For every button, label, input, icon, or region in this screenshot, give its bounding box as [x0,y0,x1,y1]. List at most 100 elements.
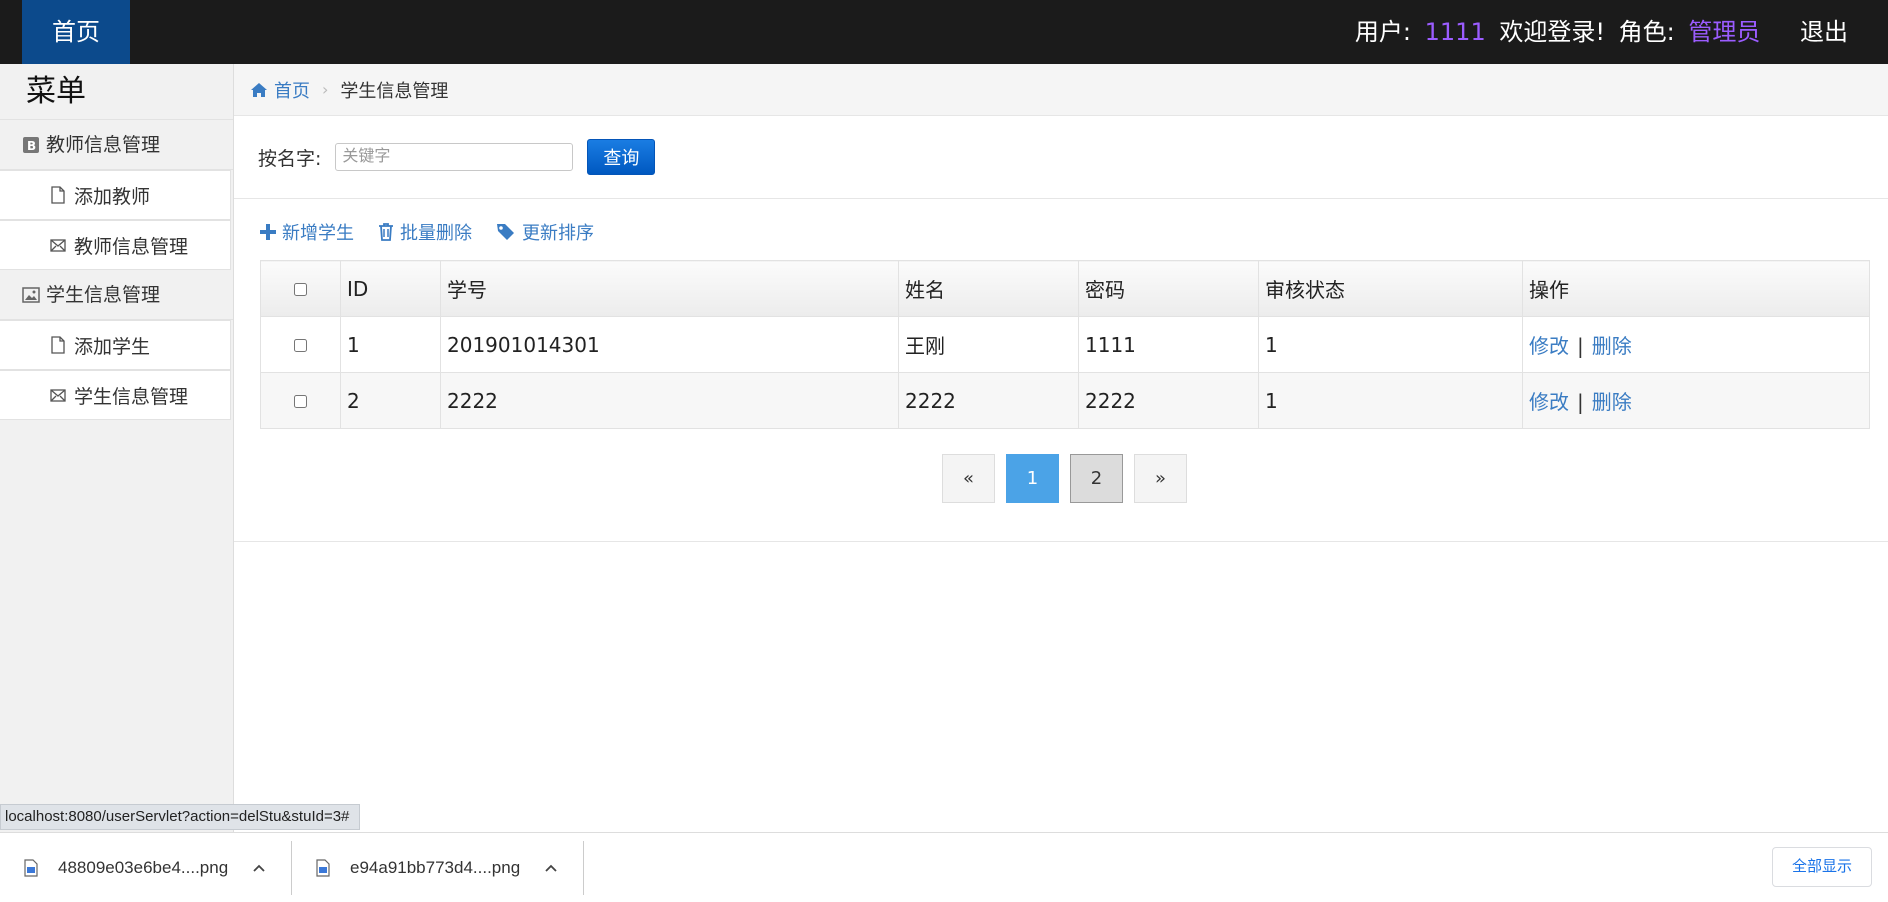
breadcrumb-home-link[interactable]: 首页 [250,77,310,103]
download-filename: e94a91bb773d4....png [350,858,521,877]
cell-status: 1 [1258,372,1523,429]
col-header-sno: 学号 [440,260,899,317]
col-header-id: ID [340,260,441,317]
delete-link[interactable]: 删除 [1592,334,1632,358]
pagination-next[interactable]: » [1134,454,1187,503]
student-table: ID 学号 姓名 密码 审核状态 操作 1 201901014301 王刚 11… [260,260,1870,429]
sidebar-group-student[interactable]: 学生信息管理 [0,270,233,320]
search-input[interactable] [335,143,574,171]
delete-link[interactable]: 删除 [1592,390,1632,414]
chevron-up-icon[interactable] [252,863,266,873]
trash-icon [379,223,393,241]
op-separator: | [1577,390,1584,414]
update-order-button[interactable]: 更新排序 [496,219,594,245]
pagination-page-2[interactable]: 2 [1070,454,1123,503]
cell-password: 2222 [1078,372,1259,429]
chevron-up-icon[interactable] [544,863,558,873]
sidebar-group-teacher[interactable]: B 教师信息管理 [0,120,233,170]
select-all-cell [260,260,341,317]
query-button[interactable]: 查询 [587,139,656,175]
sidebar-item-label: 教师信息管理 [74,235,189,258]
sidebar-item-teacher-manage[interactable]: 教师信息管理 [0,220,231,270]
sidebar-item-label: 添加教师 [74,185,151,208]
breadcrumb-current: 学生信息管理 [340,80,449,102]
svg-text:B: B [27,139,36,153]
envelope-icon [50,239,66,252]
cell-password: 1111 [1078,316,1259,373]
table-row: 2 2222 2222 2222 1 修改 | 删除 [260,372,1870,429]
download-filename: 48809e03e6be4....png [58,858,229,877]
row-checkbox[interactable] [294,338,307,352]
update-order-label: 更新排序 [522,223,594,244]
breadcrumb-separator-icon: › [322,80,329,99]
batch-delete-label: 批量删除 [400,223,472,244]
col-header-password: 密码 [1078,260,1259,317]
welcome-text: 欢迎登录! [1499,18,1605,46]
top-navbar: 首页 用户: 1111 欢迎登录! 角色: 管理员 退出 [0,0,1888,64]
download-bar: 48809e03e6be4....png e94a91bb773d4....pn… [0,832,1888,902]
col-header-name: 姓名 [898,260,1079,317]
image-file-icon [316,859,330,877]
cell-sno: 201901014301 [440,316,899,373]
breadcrumb-home-label: 首页 [274,80,310,102]
search-bar: 按名字: 查询 [234,116,1888,199]
pagination: « 1 2 » [942,454,1198,503]
batch-delete-button[interactable]: 批量删除 [378,219,472,245]
sidebar-item-add-student[interactable]: 添加学生 [0,320,231,370]
breadcrumb: 首页 › 学生信息管理 [234,64,1888,116]
sidebar-item-add-teacher[interactable]: 添加教师 [0,170,231,220]
row-select-cell [260,316,341,373]
content-divider [234,541,1888,542]
cell-sno: 2222 [440,372,899,429]
sidebar: 菜单 B 教师信息管理 添加教师 教师信息管理 学生信息管理 添加学生 学生信息… [0,64,234,902]
col-header-ops: 操作 [1522,260,1870,317]
row-checkbox[interactable] [294,394,307,408]
cell-status: 1 [1258,316,1523,373]
col-header-status: 审核状态 [1258,260,1523,317]
tag-icon [497,224,514,240]
image-file-icon [24,859,38,877]
edit-link[interactable]: 修改 [1529,334,1569,358]
user-info-bar: 用户: 1111 欢迎登录! 角色: 管理员 退出 [1355,0,1848,64]
sidebar-group-label: 教师信息管理 [46,133,161,156]
show-all-downloads-button[interactable]: 全部显示 [1772,847,1872,887]
row-select-cell [260,372,341,429]
bootstrap-icon: B [23,136,39,153]
cell-name: 王刚 [898,316,1079,373]
sidebar-item-label: 学生信息管理 [74,385,189,408]
select-all-checkbox[interactable] [294,282,307,296]
menu-title: 菜单 [0,64,233,120]
picture-icon [22,286,40,303]
main-content: 首页 › 学生信息管理 按名字: 查询 新增学生 批量删除 更新排序 ID 学号 [234,64,1888,902]
table-row: 1 201901014301 王刚 1111 1 修改 | 删除 [260,316,1870,373]
download-item[interactable]: e94a91bb773d4....png [292,841,584,895]
sidebar-group-label: 学生信息管理 [46,283,161,306]
sidebar-item-student-manage[interactable]: 学生信息管理 [0,370,231,420]
edit-link[interactable]: 修改 [1529,390,1569,414]
pagination-page-1[interactable]: 1 [1006,454,1059,503]
logout-link[interactable]: 退出 [1800,18,1848,46]
cell-id: 1 [340,316,441,373]
sidebar-item-label: 添加学生 [74,335,151,358]
add-student-label: 新增学生 [282,223,354,244]
file-icon [51,186,65,204]
user-label: 用户: [1354,18,1411,46]
file-icon [51,336,65,354]
search-label: 按名字: [258,147,322,170]
role-name: 管理员 [1688,18,1761,46]
table-header-row: ID 学号 姓名 密码 审核状态 操作 [260,260,1870,317]
plus-icon [260,224,276,240]
cell-id: 2 [340,372,441,429]
download-item[interactable]: 48809e03e6be4....png [0,841,292,895]
op-separator: | [1577,334,1584,358]
pagination-prev[interactable]: « [942,454,995,503]
cell-ops: 修改 | 删除 [1522,372,1870,429]
add-student-button[interactable]: 新增学生 [260,219,354,245]
cell-ops: 修改 | 删除 [1522,316,1870,373]
user-name: 1111 [1424,18,1486,46]
role-label: 角色: [1618,18,1675,46]
action-toolbar: 新增学生 批量删除 更新排序 [234,199,1888,265]
nav-home-tab[interactable]: 首页 [22,0,130,64]
status-url-tooltip: localhost:8080/userServlet?action=delStu… [0,804,361,830]
home-icon [251,82,267,97]
